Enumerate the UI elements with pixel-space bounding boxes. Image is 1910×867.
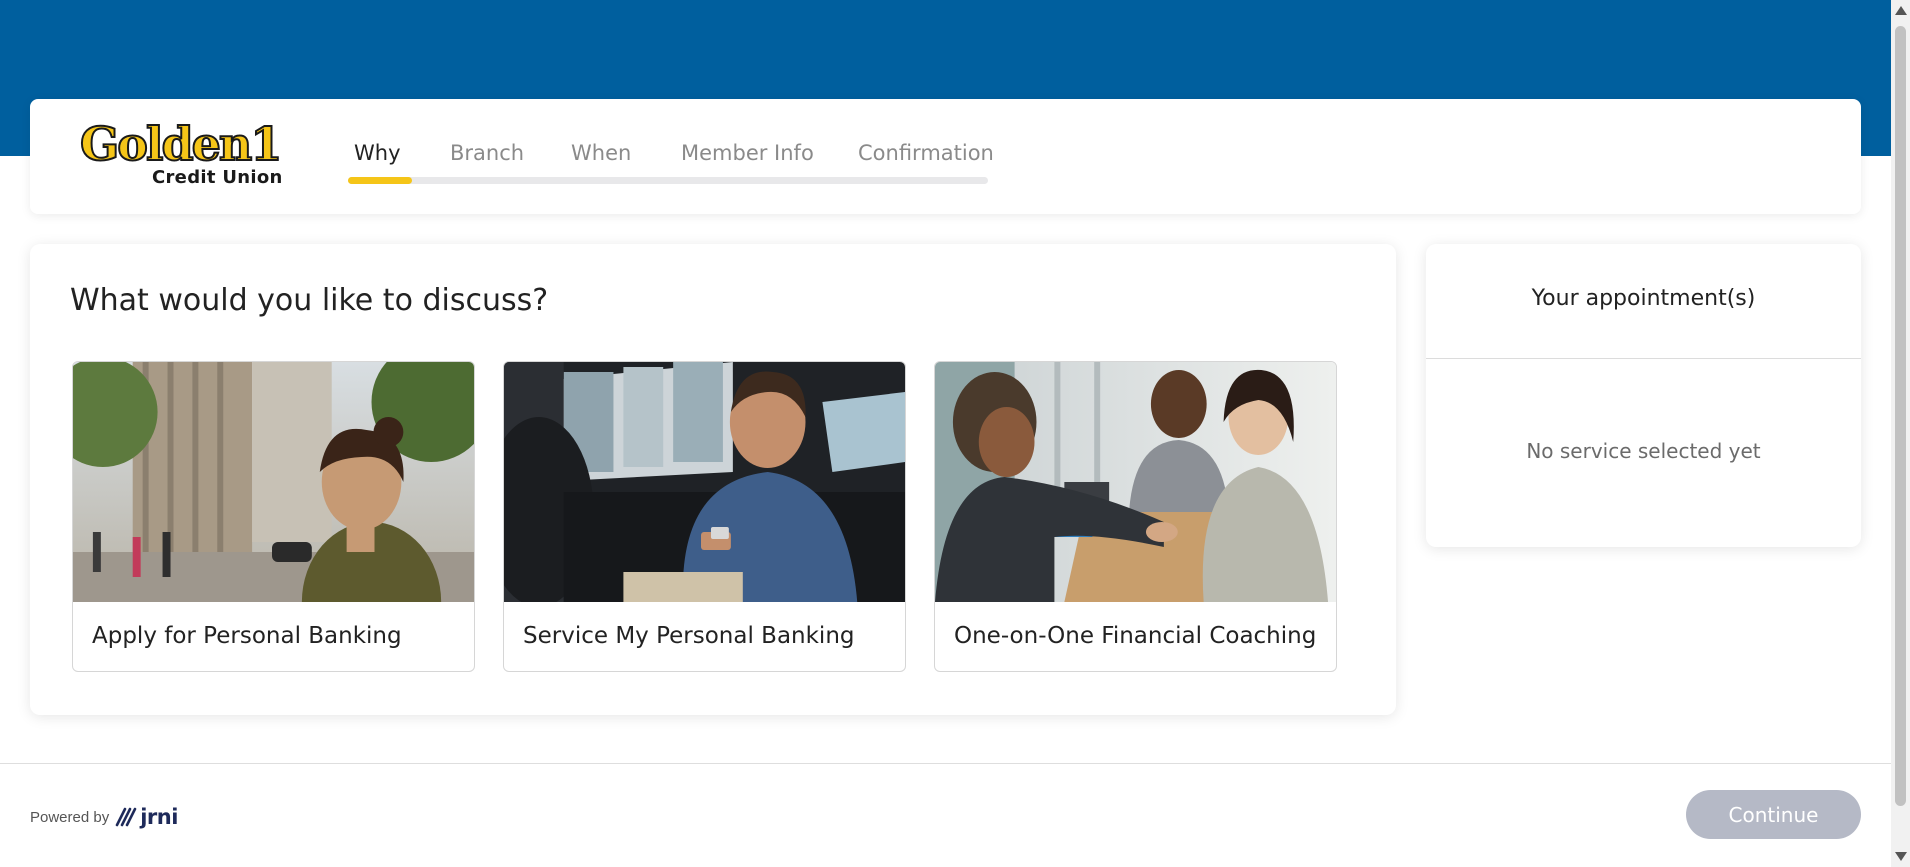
powered-by: Powered by jrni: [30, 805, 178, 829]
woman-city-street-photo: [73, 362, 474, 602]
powered-by-label: Powered by: [30, 808, 110, 826]
jrni-wordmark: jrni: [140, 805, 178, 829]
golden1-logo[interactable]: Golden1 Credit Union: [79, 117, 290, 194]
progress-fill: [348, 177, 412, 184]
appointment-summary-card: Your appointment(s) No service selected …: [1426, 244, 1861, 547]
option-apply-personal-banking[interactable]: Apply for Personal Banking: [72, 361, 475, 672]
jrni-stripes-icon: [115, 807, 137, 827]
option-label: Apply for Personal Banking: [92, 623, 402, 649]
vertical-scrollbar[interactable]: [1891, 0, 1910, 867]
step-confirmation: Confirmation: [858, 141, 994, 165]
service-selection-card: What would you like to discuss? Apply fo…: [30, 244, 1396, 715]
option-financial-coaching[interactable]: One-on-One Financial Coaching: [934, 361, 1337, 672]
step-navigation: Why Branch When Member Info Confirmation: [348, 141, 994, 184]
appointment-summary-title: Your appointment(s): [1531, 286, 1756, 311]
empty-state-text: No service selected yet: [1526, 439, 1761, 463]
scroll-down-arrow-icon[interactable]: [1895, 852, 1907, 861]
continue-button[interactable]: Continue: [1686, 790, 1861, 839]
page-title: What would you like to discuss?: [70, 283, 549, 318]
step-when: When: [571, 141, 632, 165]
man-in-car-phone-photo: [504, 362, 905, 602]
logo-subtitle: Credit Union: [152, 167, 283, 188]
meeting-handshake-photo: [935, 362, 1336, 602]
option-label: One-on-One Financial Coaching: [954, 623, 1317, 649]
step-why: Why: [354, 141, 401, 165]
scroll-up-arrow-icon[interactable]: [1895, 6, 1907, 15]
option-label: Service My Personal Banking: [523, 623, 855, 649]
footer-divider: [0, 763, 1891, 764]
logo-wordmark: Golden1: [79, 117, 283, 171]
jrni-logo[interactable]: jrni: [115, 805, 178, 829]
divider: [1426, 358, 1861, 359]
option-service-personal-banking[interactable]: Service My Personal Banking: [503, 361, 906, 672]
step-member-info: Member Info: [681, 141, 814, 165]
progress-track: [348, 177, 988, 184]
scroll-thumb[interactable]: [1895, 26, 1906, 806]
step-branch: Branch: [450, 141, 525, 165]
header-card: Golden1 Credit Union Why Branch When Mem…: [30, 99, 1861, 214]
